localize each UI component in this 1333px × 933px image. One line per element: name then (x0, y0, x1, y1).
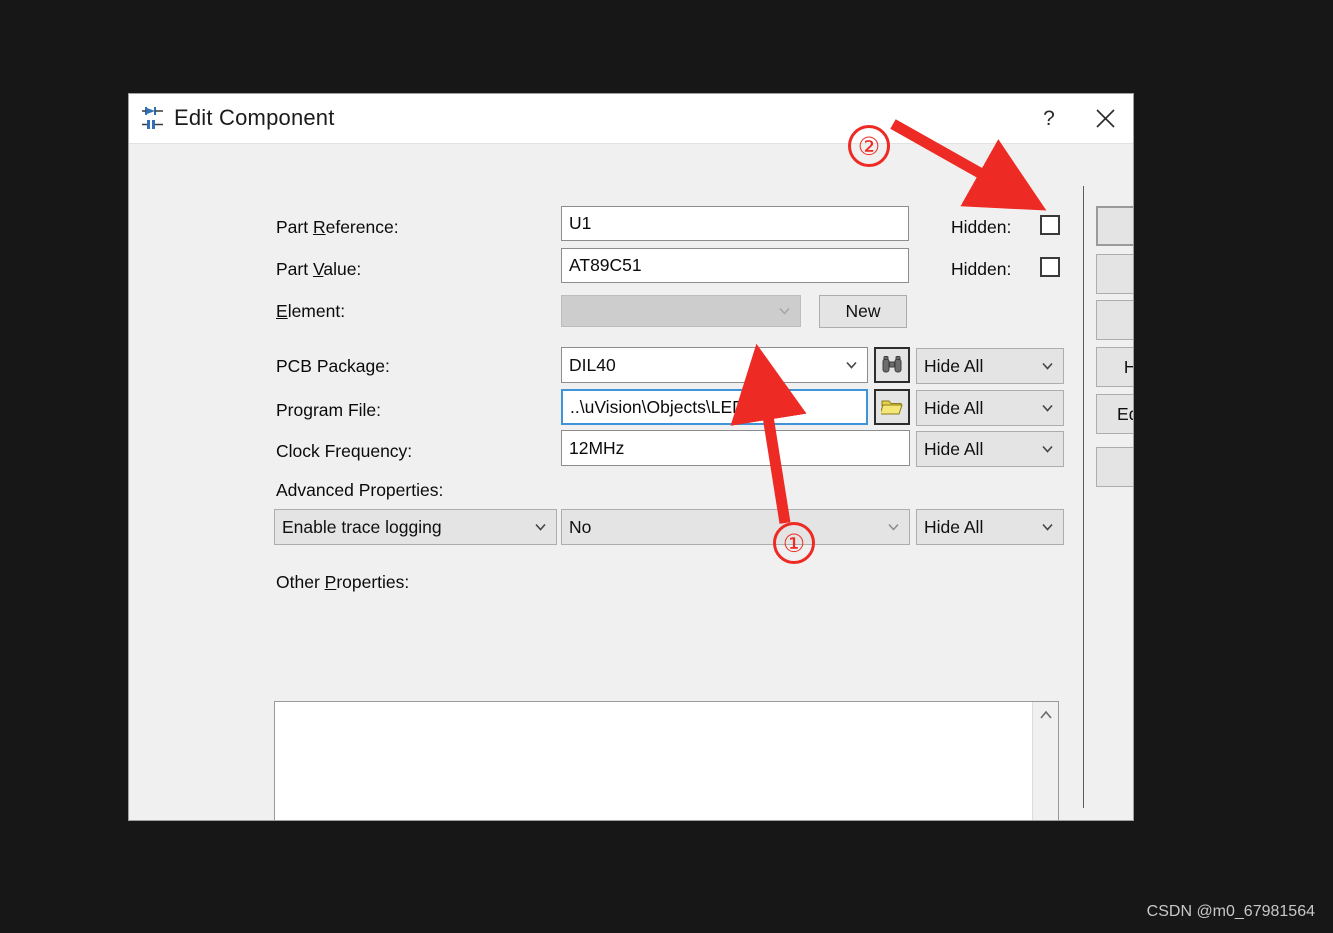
chevron-down-icon (845, 359, 858, 372)
part-value-hidden-checkbox[interactable] (1040, 257, 1060, 277)
other-properties-textarea[interactable] (274, 701, 1059, 820)
pcb-package-label: PCB Package: (276, 356, 390, 376)
question-mark-icon: ? (1043, 106, 1055, 130)
advanced-property-value-text: No (569, 516, 592, 537)
pcb-package-value: DIL40 (569, 354, 616, 375)
hidden-pins-button[interactable]: Hidden Pins (1096, 347, 1133, 387)
new-element-button[interactable]: New (819, 295, 907, 328)
folder-open-icon (880, 398, 904, 417)
hide-all-value: Hide All (924, 516, 984, 537)
hidden-pins-button-label: Hidden Pins (1124, 357, 1133, 378)
program-file-browse-button[interactable] (874, 389, 910, 425)
close-icon (1095, 108, 1116, 129)
advanced-property-value-dropdown[interactable]: No (561, 509, 910, 545)
advanced-properties-label: Advanced Properties: (276, 480, 444, 500)
other-properties-scrollbar[interactable] (1032, 702, 1059, 820)
scroll-down-icon[interactable] (1033, 814, 1059, 820)
chevron-down-icon (1041, 521, 1054, 534)
part-reference-hidden-checkbox[interactable] (1040, 215, 1060, 235)
checkbox-box (1040, 215, 1060, 235)
part-reference-value: U1 (569, 213, 592, 233)
part-reference-label: Part Reference: (276, 217, 399, 237)
edit-firmware-button[interactable]: Edit Firmware (1096, 394, 1133, 434)
titlebar-help-button[interactable]: ? (1023, 94, 1075, 143)
advanced-property-name-dropdown[interactable]: Enable trace logging (274, 509, 557, 545)
part-value-hidden-label: Hidden: (951, 259, 1012, 279)
chevron-down-icon (1041, 360, 1054, 373)
program-file-label: Program File: (276, 400, 382, 420)
help-button[interactable]: Help (1096, 254, 1133, 294)
binoculars-icon (881, 355, 903, 375)
csdn-credit-watermark: CSDN @m0_67981564 (1146, 903, 1315, 920)
component-diode-icon (139, 103, 169, 133)
cancel-button[interactable]: Cancel (1096, 447, 1133, 487)
program-file-value: ..\uVision\Objects\LED.hex (570, 396, 778, 417)
pcb-package-dropdown[interactable]: DIL40 (561, 347, 868, 383)
button-column-divider (1083, 186, 1084, 808)
edit-component-dialog: Edit Component ? Part Reference: U1 Hidd… (128, 93, 1134, 821)
chevron-down-icon (887, 521, 900, 534)
advanced-property-name-value: Enable trace logging (282, 516, 442, 537)
titlebar-close-button[interactable] (1079, 94, 1131, 143)
clock-frequency-input[interactable]: 12MHz (561, 430, 910, 466)
element-label: Element: (276, 301, 346, 321)
part-value-label: Part Value: (276, 259, 362, 279)
chevron-down-icon (534, 521, 547, 534)
advanced-property-hide-dropdown[interactable]: Hide All (916, 509, 1064, 545)
hide-all-value: Hide All (924, 355, 984, 376)
chevron-down-icon (1041, 443, 1054, 456)
new-button-label: New (845, 301, 881, 321)
part-value-value: AT89C51 (569, 255, 642, 275)
clock-frequency-label: Clock Frequency: (276, 441, 413, 461)
clock-frequency-hide-dropdown[interactable]: Hide All (916, 431, 1064, 467)
dialog-body: Part Reference: U1 Hidden: Part Value: A… (129, 144, 1133, 820)
part-value-input[interactable]: AT89C51 (561, 248, 909, 283)
dialog-titlebar: Edit Component ? (129, 94, 1133, 144)
pcb-package-search-button[interactable] (874, 347, 910, 383)
program-file-hide-dropdown[interactable]: Hide All (916, 390, 1064, 426)
data-button[interactable]: Data (1096, 300, 1133, 340)
chevron-down-icon (1041, 402, 1054, 415)
hide-all-value: Hide All (924, 438, 984, 459)
chevron-down-icon (778, 305, 791, 318)
part-reference-input[interactable]: U1 (561, 206, 909, 241)
element-dropdown[interactable] (561, 295, 801, 327)
clock-frequency-value: 12MHz (569, 437, 625, 458)
edit-firmware-button-label: Edit Firmware (1117, 403, 1133, 424)
part-reference-hidden-label: Hidden: (951, 217, 1012, 237)
ok-button[interactable]: OK (1096, 206, 1133, 246)
dialog-title: Edit Component (174, 105, 335, 130)
program-file-input[interactable]: ..\uVision\Objects\LED.hex (561, 389, 868, 425)
scroll-up-icon[interactable] (1033, 702, 1059, 728)
pcb-package-hide-dropdown[interactable]: Hide All (916, 348, 1064, 384)
checkbox-box (1040, 257, 1060, 277)
hide-all-value: Hide All (924, 397, 984, 418)
other-properties-label: Other Properties: (276, 572, 410, 592)
